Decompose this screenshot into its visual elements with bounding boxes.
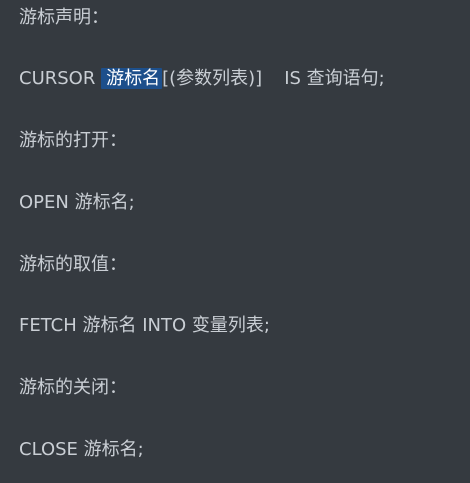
declare-keyword: CURSOR — [19, 68, 96, 89]
declare-heading: 游标声明： — [19, 7, 109, 28]
fetch-statement: FETCH 游标名 INTO 变量列表; — [19, 315, 270, 336]
declare-suffix: IS 查询语句; — [284, 68, 385, 89]
document-body: 游标声明： CURSOR 游标名 [(参数列表)] IS 查询语句; 游标的打开： … — [0, 0, 470, 483]
open-statement: OPEN 游标名; — [19, 192, 135, 213]
fetch-heading: 游标的取值： — [19, 254, 127, 275]
close-statement: CLOSE 游标名; — [19, 439, 144, 460]
declare-statement: CURSOR 游标名 [(参数列表)] IS 查询语句; — [19, 65, 385, 93]
selected-text-highlight[interactable]: 游标名 — [101, 68, 163, 89]
declare-params: [(参数列表)] — [162, 68, 263, 89]
close-heading: 游标的关闭： — [19, 377, 127, 398]
open-heading: 游标的打开： — [19, 130, 127, 151]
